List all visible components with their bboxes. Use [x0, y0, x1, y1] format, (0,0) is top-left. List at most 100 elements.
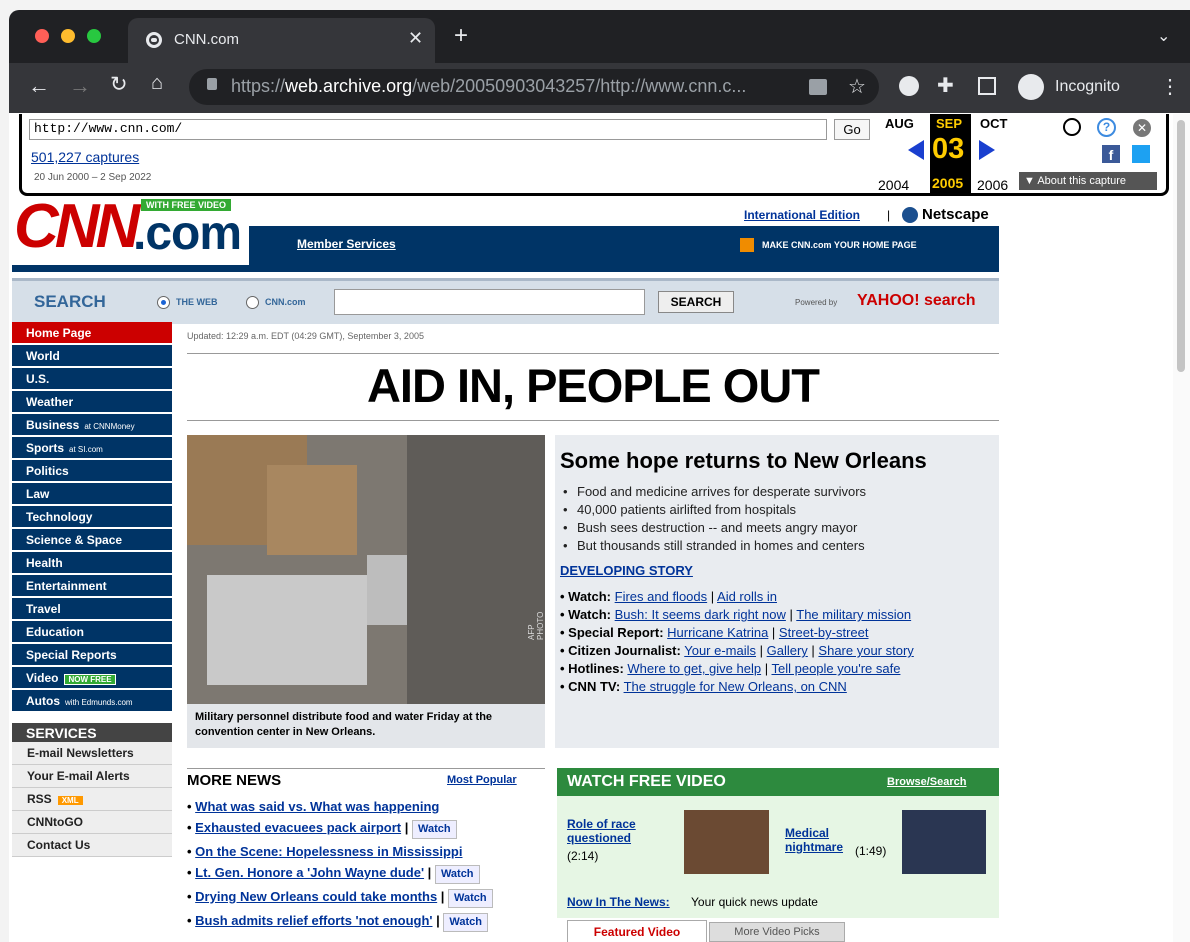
- developing-link[interactable]: Where to get, give help: [627, 661, 761, 676]
- services-item[interactable]: Contact Us: [12, 834, 172, 857]
- search-input[interactable]: [334, 289, 645, 315]
- video-1-thumbnail[interactable]: [684, 810, 769, 874]
- close-tab-icon[interactable]: ✕: [408, 28, 423, 49]
- story-bullet-text[interactable]: 40,000 patients airlifted from hospitals: [577, 502, 796, 517]
- account-icon[interactable]: [1063, 118, 1081, 136]
- facebook-icon[interactable]: f: [1102, 145, 1120, 163]
- developing-link[interactable]: Fires and floods: [615, 589, 708, 604]
- prev-year[interactable]: 2004: [878, 177, 909, 193]
- reload-icon[interactable]: ↻: [110, 72, 128, 97]
- more-news-link[interactable]: What was said vs. What was happening: [195, 799, 439, 814]
- make-home-link[interactable]: MAKE CNN.com YOUR HOME PAGE: [762, 240, 917, 250]
- tab-cnn[interactable]: CNN.com ✕: [128, 18, 435, 63]
- more-news-link[interactable]: Bush admits relief efforts 'not enough': [195, 913, 432, 928]
- services-item[interactable]: CNNtoGO: [12, 811, 172, 834]
- story-bullet-text[interactable]: Bush sees destruction -- and meets angry…: [577, 520, 857, 535]
- about-capture-button[interactable]: ▼ About this capture: [1019, 172, 1157, 190]
- extension-icon[interactable]: [899, 76, 919, 96]
- developing-link[interactable]: Your e-mails: [684, 643, 756, 658]
- watch-button[interactable]: Watch: [434, 865, 480, 884]
- prev-month[interactable]: AUG: [885, 116, 914, 131]
- radio-cnn[interactable]: [246, 296, 259, 309]
- incognito-label[interactable]: Incognito: [1055, 78, 1120, 96]
- netscape-link[interactable]: Netscape: [922, 206, 989, 223]
- tab-search-chevron-icon[interactable]: ⌄: [1157, 26, 1170, 46]
- nav-item[interactable]: Health: [12, 552, 172, 574]
- nav-item[interactable]: Business at CNNMoney: [12, 414, 172, 436]
- browse-search-link[interactable]: Browse/Search: [887, 776, 966, 788]
- nav-item[interactable]: Entertainment: [12, 575, 172, 597]
- nav-item[interactable]: Travel: [12, 598, 172, 620]
- story-title[interactable]: Some hope returns to New Orleans: [560, 448, 927, 474]
- more-news-link[interactable]: Lt. Gen. Honore a 'John Wayne dude': [195, 865, 424, 880]
- go-button[interactable]: Go: [834, 119, 870, 140]
- new-tab-button[interactable]: +: [454, 24, 468, 48]
- minimize-window-button[interactable]: [61, 29, 75, 43]
- nav-item[interactable]: Home Page: [12, 322, 172, 344]
- member-services-link[interactable]: Member Services: [297, 237, 396, 251]
- story-bullet-text[interactable]: Food and medicine arrives for desperate …: [577, 484, 866, 499]
- menu-kebab-icon[interactable]: ⋮: [1160, 74, 1180, 99]
- blocked-popup-icon[interactable]: [809, 79, 827, 95]
- services-item[interactable]: E-mail Newsletters: [12, 742, 172, 765]
- more-news-link[interactable]: On the Scene: Hopelessness in Mississipp…: [195, 844, 462, 859]
- developing-link[interactable]: Aid rolls in: [717, 589, 777, 604]
- address-bar[interactable]: https://web.archive.org/web/200509030432…: [189, 69, 879, 105]
- video-1-link[interactable]: Role of race questioned: [567, 817, 662, 845]
- tab-more-video-picks[interactable]: More Video Picks: [709, 922, 845, 942]
- next-month[interactable]: OCT: [980, 116, 1007, 131]
- nav-item[interactable]: Autos with Edmunds.com: [12, 690, 172, 712]
- captures-link[interactable]: 501,227 captures: [31, 149, 139, 165]
- more-news-link[interactable]: Drying New Orleans could take months: [195, 889, 437, 904]
- side-panel-icon[interactable]: [978, 77, 996, 95]
- developing-story-link[interactable]: DEVELOPING STORY: [560, 563, 693, 578]
- developing-link[interactable]: The military mission: [796, 607, 911, 622]
- scrollbar[interactable]: [1173, 114, 1190, 942]
- watch-button[interactable]: Watch: [443, 913, 488, 932]
- more-news-link[interactable]: Exhausted evacuees pack airport: [195, 820, 401, 835]
- nav-item[interactable]: Education: [12, 621, 172, 643]
- next-year[interactable]: 2006: [977, 177, 1008, 193]
- story-bullet-text[interactable]: But thousands still stranded in homes an…: [577, 538, 865, 553]
- back-icon[interactable]: ←: [28, 73, 50, 99]
- developing-link[interactable]: Hurricane Katrina: [667, 625, 768, 640]
- next-capture-arrow-icon[interactable]: [979, 140, 995, 160]
- help-icon[interactable]: ?: [1097, 118, 1116, 137]
- nav-item[interactable]: Politics: [12, 460, 172, 482]
- developing-link[interactable]: The struggle for New Orleans, on CNN: [624, 679, 847, 694]
- zoom-window-button[interactable]: [87, 29, 101, 43]
- tab-featured-video[interactable]: Featured Video: [567, 920, 707, 942]
- watch-button[interactable]: Watch: [448, 889, 493, 908]
- nav-item[interactable]: Technology: [12, 506, 172, 528]
- scrollbar-thumb[interactable]: [1177, 120, 1185, 372]
- extensions-puzzle-icon[interactable]: ✚: [937, 73, 954, 98]
- developing-link[interactable]: Gallery: [767, 643, 808, 658]
- international-edition-link[interactable]: International Edition: [744, 208, 860, 222]
- radio-web[interactable]: [157, 296, 170, 309]
- now-in-news-link[interactable]: Now In The News:: [567, 895, 670, 909]
- forward-icon[interactable]: →: [69, 73, 91, 99]
- home-icon[interactable]: ⌂: [151, 72, 163, 95]
- nav-item[interactable]: Special Reports: [12, 644, 172, 666]
- main-headline[interactable]: AID IN, PEOPLE OUT: [187, 358, 999, 413]
- twitter-icon[interactable]: [1132, 145, 1150, 163]
- news-photo[interactable]: AFP PHOTO: [187, 435, 545, 704]
- developing-link[interactable]: Bush: It seems dark right now: [615, 607, 786, 622]
- nav-item[interactable]: Sports at SI.com: [12, 437, 172, 459]
- wayback-url-input[interactable]: http://www.cnn.com/: [29, 119, 827, 140]
- most-popular-link[interactable]: Most Popular: [447, 774, 517, 786]
- services-item[interactable]: Your E-mail Alerts: [12, 765, 172, 788]
- nav-item[interactable]: Video NOW FREE: [12, 667, 172, 689]
- close-wayback-icon[interactable]: ✕: [1133, 119, 1151, 137]
- watch-button[interactable]: Watch: [411, 820, 457, 839]
- developing-link[interactable]: Tell people you're safe: [771, 661, 900, 676]
- nav-item[interactable]: Law: [12, 483, 172, 505]
- prev-capture-arrow-icon[interactable]: [908, 140, 924, 160]
- nav-item[interactable]: U.S.: [12, 368, 172, 390]
- video-2-thumbnail[interactable]: [902, 810, 986, 874]
- nav-item[interactable]: World: [12, 345, 172, 367]
- nav-item[interactable]: Science & Space: [12, 529, 172, 551]
- bookmark-star-icon[interactable]: ☆: [848, 74, 866, 99]
- developing-link[interactable]: Share your story: [818, 643, 913, 658]
- nav-item[interactable]: Weather: [12, 391, 172, 413]
